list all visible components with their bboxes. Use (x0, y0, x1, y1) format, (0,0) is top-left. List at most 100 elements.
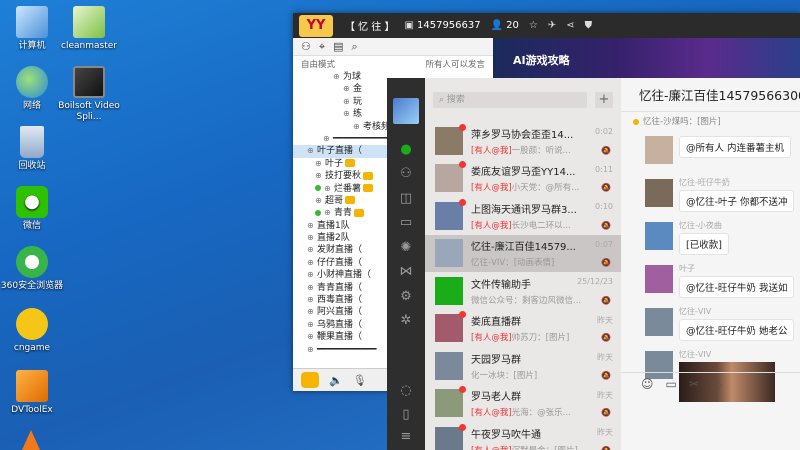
chat-list-item[interactable]: 忆往-廉江百佳14579... 忆往-VIV：[动画表情] 0:07 🔕 (425, 234, 621, 272)
traffic-cone-icon[interactable] (22, 430, 40, 450)
shield-icon[interactable]: ⛊ (585, 20, 593, 31)
sender-name: 忆往-VIV (679, 350, 712, 359)
id-card-icon: ▣ (404, 20, 414, 31)
expand-icon[interactable]: ⊕ (324, 207, 334, 219)
desktop-icon-recycle-bin[interactable]: 回收站 (0, 126, 64, 172)
expand-icon[interactable]: ⊕ (307, 220, 317, 232)
message-bubble[interactable]: @忆往-旺仔牛奶 我送如 (679, 276, 795, 298)
share-icon[interactable]: ⋖ (566, 20, 574, 31)
expand-icon[interactable]: ⊕ (307, 282, 317, 294)
expand-icon[interactable]: ⊕ (307, 244, 317, 256)
gear-icon[interactable]: ⚙ (387, 285, 425, 307)
chat-notice[interactable]: 忆往-沙煤吗：[图片] (621, 112, 800, 132)
expand-icon[interactable]: ⊕ (307, 331, 317, 343)
menu-icon[interactable]: ≡ (387, 426, 425, 448)
desktop-icon-cleanmaster[interactable]: cleanmaster (57, 6, 121, 52)
plane-icon[interactable]: ✈ (548, 20, 556, 31)
chat-list-item[interactable]: 娄底友谊罗马歪YY14... [有人@我]小天党：@所有... 0:11 🔕 (425, 160, 621, 198)
chat-list-item[interactable]: 上图海天通讯罗马群3... [有人@我]长沙电二环以... 0:10 🔕 (425, 197, 621, 235)
phone-icon[interactable]: ◌ (387, 380, 425, 402)
expand-icon[interactable]: ⊕ (324, 183, 334, 195)
expand-icon[interactable]: ⊕ (343, 108, 353, 120)
expand-icon[interactable]: ⊕ (307, 319, 317, 331)
chat-list-item[interactable]: 罗马老人群 [有人@我]光海：@张乐... 昨天 🔕 (425, 385, 621, 423)
chat-list-item[interactable]: 天园罗马群 化一冰块：[图片] 昨天 🔕 (425, 347, 621, 385)
sender-avatar[interactable] (645, 136, 673, 164)
desktop-icon-label: 计算机 (18, 41, 46, 51)
desktop-icon-computer[interactable]: 计算机 (0, 6, 64, 52)
desktop-icon-network[interactable]: 网络 (0, 66, 64, 112)
list-icon[interactable]: ▤ (333, 40, 343, 53)
expand-icon[interactable]: ⊕ (323, 133, 333, 145)
chat-window: 忆往-廉江百佳14579566300 忆往-沙煤吗：[图片] @所有人 内连番薯… (621, 78, 800, 450)
expand-icon[interactable]: ⊕ (307, 257, 317, 269)
yy-logo-icon[interactable]: YY (299, 14, 333, 37)
contacts-icon[interactable]: ⚇ (387, 163, 425, 185)
chat-list-item[interactable]: 文件传输助手 微信公众号：剩客边风微信... 25/12/23 🔕 (425, 272, 621, 310)
chat-icon[interactable]: ● (387, 138, 425, 160)
message-bubble[interactable]: @忆往-叶子 你都不送冲 (679, 190, 795, 212)
sender-avatar[interactable] (645, 222, 673, 250)
owl-avatar-icon[interactable] (301, 372, 319, 388)
expand-icon[interactable]: ⊕ (343, 96, 353, 108)
search-input[interactable]: ⌕ 搜索 (433, 92, 587, 108)
message: @所有人 内连番薯主机 (621, 132, 800, 175)
expand-icon[interactable]: ⊕ (307, 306, 317, 318)
microphone-icon[interactable]: 🎙 (353, 374, 367, 387)
emoji-icon[interactable]: ☺ (641, 377, 654, 391)
expand-icon[interactable]: ⊕ (343, 83, 353, 95)
phone-device-icon[interactable]: ▯ (387, 404, 425, 426)
folder-icon[interactable]: ▭ (387, 212, 425, 234)
mute-icon: 🔕 (601, 258, 611, 267)
my-avatar[interactable] (393, 98, 419, 124)
desktop-icon-boilsoft[interactable]: Boilsoft Video Spli... (57, 66, 121, 123)
message-bubble[interactable]: @所有人 内连番薯主机 (679, 136, 792, 158)
expand-icon[interactable]: ⊕ (315, 195, 325, 207)
location-icon[interactable]: ⌖ (319, 40, 325, 54)
sender-avatar[interactable] (645, 265, 673, 293)
search-icon[interactable]: ⌕ (351, 40, 357, 54)
mini-program-icon[interactable]: ✲ (387, 310, 425, 332)
yy-toolbar: ⚇ ⌖ ▤ ⌕ (293, 38, 493, 56)
expand-icon[interactable]: ⊕ (315, 170, 325, 182)
mode-label[interactable]: 自由模式 (301, 58, 335, 70)
desktop-icon-dvtoolex[interactable]: DVToolEx (0, 370, 64, 416)
chat-avatar (435, 386, 466, 418)
chat-list-item[interactable]: 午夜罗马吹牛通 [有人@我]沉默是金：[图片] 昨天 🔕 (425, 422, 621, 450)
expand-icon[interactable]: ⊕ (307, 145, 317, 157)
moments-icon[interactable]: ✺ (387, 236, 425, 258)
channels-icon[interactable]: ⋈ (387, 261, 425, 283)
chat-list-item[interactable]: 萍乡罗马协会歪歪14... [有人@我]一股颜：听说... 0:02 🔕 (425, 122, 621, 160)
star-icon[interactable]: ☆ (529, 20, 538, 31)
expand-icon[interactable]: ⊕ (307, 269, 317, 281)
box-icon[interactable]: ◫ (387, 187, 425, 209)
chat-time: 昨天 (597, 428, 613, 437)
chat-bubble-icon[interactable]: ◌ (711, 377, 721, 391)
expand-icon[interactable]: ⊕ (307, 232, 317, 244)
desktop-icon-wechat[interactable]: ● 微信 (0, 186, 64, 232)
chat-list-item[interactable]: 娄底直播群 [有人@我]帅苏刀：[图片] 昨天 🔕 (425, 310, 621, 348)
sender-name: 忆往-小夜曲 (679, 221, 722, 230)
folder-icon[interactable]: ▭ (666, 377, 677, 391)
person-icon[interactable]: ⚇ (301, 40, 311, 53)
desktop-icon-label: DVToolEx (11, 405, 53, 415)
chat-avatar (435, 276, 463, 305)
expand-icon[interactable]: ⊕ (353, 121, 363, 133)
add-button[interactable]: + (595, 92, 613, 108)
message-bubble[interactable]: [已收款] (679, 233, 729, 255)
sender-avatar[interactable] (645, 179, 673, 207)
sender-avatar[interactable] (645, 308, 673, 336)
crown-icon (354, 208, 365, 217)
scissors-icon[interactable]: ✂ (689, 377, 699, 391)
tree-item-label: 烂番薯 (334, 183, 362, 194)
desktop-icon-cngame[interactable]: cngame (0, 308, 64, 354)
tree-item-label: 为球 (343, 72, 362, 82)
expand-icon[interactable]: ⊕ (333, 71, 343, 83)
expand-icon[interactable]: ⊕ (315, 158, 325, 170)
pacman-icon (16, 308, 48, 340)
expand-icon[interactable]: ⊕ (307, 294, 317, 306)
expand-icon[interactable]: ⊕ (307, 344, 317, 356)
speaker-icon[interactable]: 🔈 (329, 374, 343, 387)
message-bubble[interactable]: @忆往-旺仔牛奶 她老公 (679, 319, 795, 341)
desktop-icon-360-browser[interactable]: 360安全浏览器 (0, 246, 64, 292)
